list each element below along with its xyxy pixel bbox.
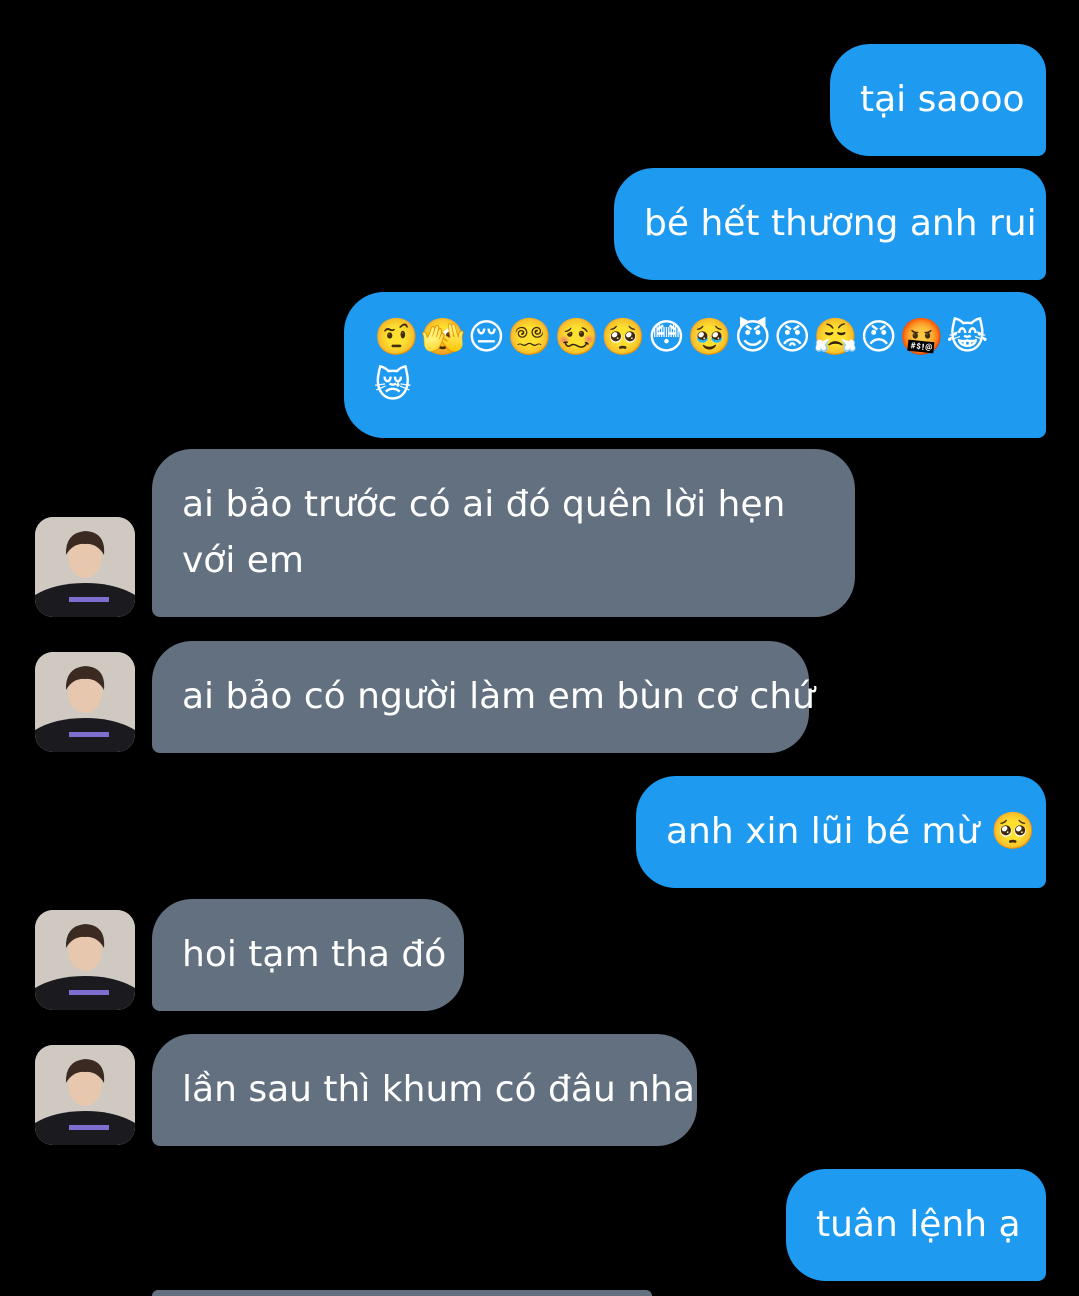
avatar-photo-icon [35, 1045, 135, 1145]
message-bubble-received[interactable]: ai bảo có người làm em bùn cơ chứ [152, 641, 815, 753]
message-text: lần sau thì khum có đâu nha [182, 1069, 695, 1110]
avatar-photo-icon [35, 652, 135, 752]
message-text: tại saooo [860, 79, 1025, 120]
message-bubble-received-partial[interactable] [152, 1290, 652, 1296]
message-text: hoi tạm tha đó [182, 934, 447, 975]
contact-avatar[interactable] [35, 910, 135, 1010]
message-bubble-sent[interactable]: 🤨🫣😔😵‍💫🥴🥺😳🥹😈😡😤😠🤬😹😿 [344, 292, 1046, 438]
message-text: ai bảo có người làm em bùn cơ chứ [182, 676, 815, 717]
message-bubble-received[interactable]: ai bảo trước có ai đó quên lời hẹn với e… [152, 449, 855, 617]
chat-thread: tại saooo bé hết thương anh rui 🤨🫣😔😵‍💫🥴🥺… [0, 0, 1079, 1296]
message-text: ai bảo trước có ai đó quên lời hẹn với e… [182, 484, 786, 581]
message-bubble-sent[interactable]: tại saooo [830, 44, 1046, 156]
contact-avatar[interactable] [35, 517, 135, 617]
contact-avatar[interactable] [35, 1045, 135, 1145]
emoji-message-text: 🤨🫣😔😵‍💫🥴🥺😳🥹😈😡😤😠🤬😹😿 [374, 317, 991, 406]
message-bubble-received[interactable]: hoi tạm tha đó [152, 899, 464, 1011]
message-text: bé hết thương anh rui [644, 203, 1037, 244]
message-bubble-sent[interactable]: anh xin lũi bé mừ 🥺 [636, 776, 1046, 888]
avatar-photo-icon [35, 910, 135, 1010]
avatar-photo-icon [35, 517, 135, 617]
message-bubble-sent[interactable]: tuân lệnh ạ [786, 1169, 1046, 1281]
message-bubble-sent[interactable]: bé hết thương anh rui [614, 168, 1046, 280]
message-text: tuân lệnh ạ [816, 1204, 1021, 1245]
message-bubble-received[interactable]: lần sau thì khum có đâu nha [152, 1034, 697, 1146]
contact-avatar[interactable] [35, 652, 135, 752]
message-text: anh xin lũi bé mừ 🥺 [666, 811, 1036, 852]
